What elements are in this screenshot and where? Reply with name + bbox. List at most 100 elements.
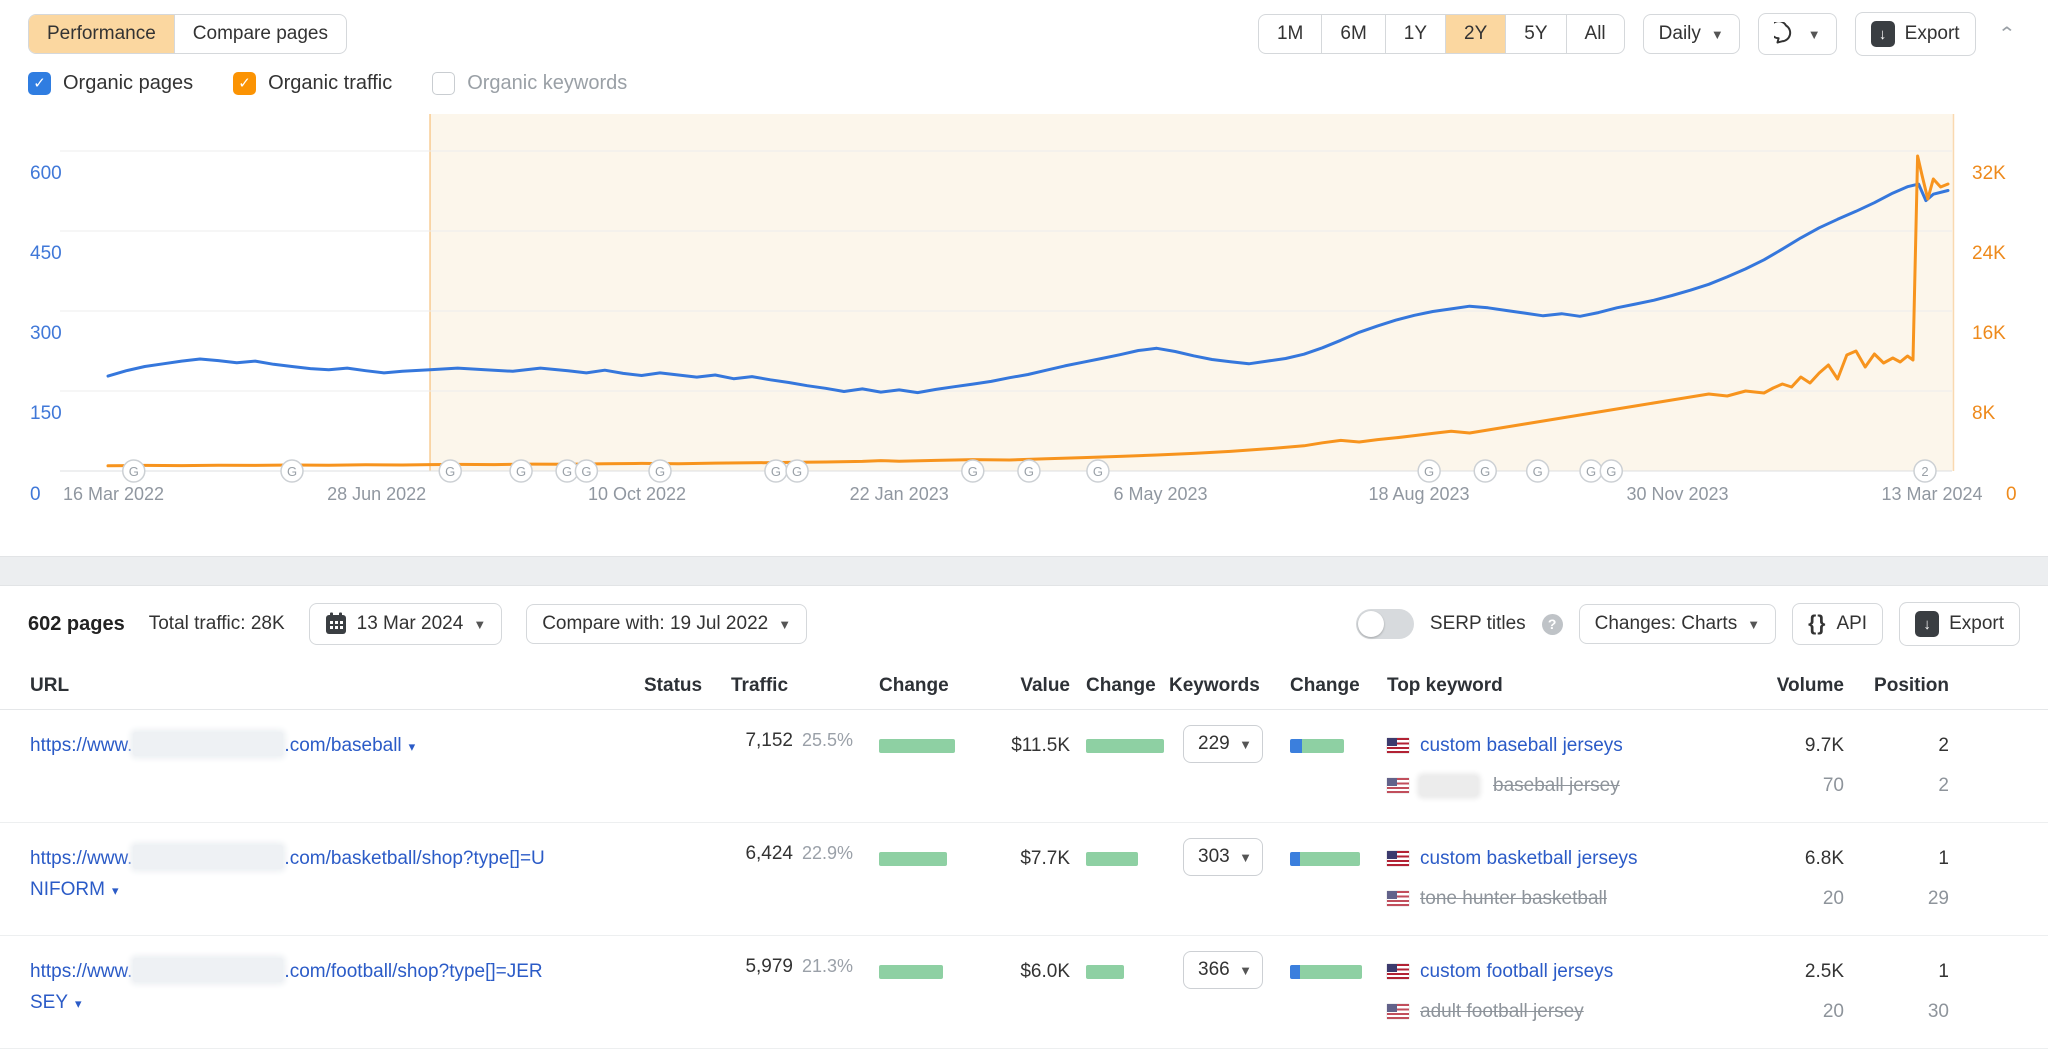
range-all[interactable]: All: [1566, 15, 1624, 53]
api-button[interactable]: {} API: [1792, 603, 1883, 645]
value-amount: $7.7K: [1020, 848, 1070, 869]
checkbox-icon: ✓: [28, 72, 51, 95]
toggle-knob: [1358, 611, 1384, 637]
range-5y[interactable]: 5Y: [1505, 15, 1565, 53]
keyword-volume: 70: [1772, 770, 1844, 801]
keywords-dropdown[interactable]: 303▼: [1183, 838, 1263, 876]
col-top-keyword[interactable]: Top keyword: [1387, 675, 1772, 697]
changes-dropdown[interactable]: Changes: Charts ▼: [1579, 604, 1776, 644]
update-marker-label: G: [1093, 464, 1103, 479]
chevron-down-icon[interactable]: ▾: [112, 883, 119, 898]
top-keyword-line: adult football jersey: [1387, 996, 1772, 1027]
col-traffic-change[interactable]: Change: [879, 675, 1005, 697]
chart-legend: ✓ Organic pages ✓ Organic traffic Organi…: [0, 54, 2048, 100]
compare-with-dropdown[interactable]: Compare with: 19 Jul 2022 ▼: [526, 604, 807, 644]
checkbox-organic-keywords[interactable]: Organic keywords: [432, 72, 627, 95]
total-traffic: Total traffic: 28K: [149, 613, 285, 635]
granularity-label: Daily: [1659, 23, 1701, 45]
traffic-value: 7,152: [731, 730, 793, 752]
update-marker-label: G: [1533, 464, 1543, 479]
top-keyword-link[interactable]: custom football jerseys: [1420, 961, 1613, 983]
date-picker-dropdown[interactable]: 13 Mar 2024 ▼: [309, 603, 503, 645]
traffic-percent: 22.9%: [802, 843, 853, 863]
url-prefix: https://www.: [30, 735, 132, 756]
chart-export-button[interactable]: ↓ Export: [1855, 12, 1976, 56]
right-axis-tick: 24K: [1972, 243, 2006, 264]
col-keywords[interactable]: Keywords: [1169, 675, 1290, 697]
granularity-dropdown[interactable]: Daily ▼: [1643, 14, 1740, 54]
x-axis-tick: 13 Mar 2024: [1881, 484, 1982, 504]
range-1m[interactable]: 1M: [1259, 15, 1321, 53]
changes-value: Changes: Charts: [1595, 613, 1738, 635]
export-label: Export: [1949, 613, 2004, 635]
table-header: URL Status Traffic Change Value Change K…: [0, 662, 2048, 710]
top-keyword-line: custom basketball jerseys: [1387, 843, 1772, 874]
collapse-chevron-up-icon[interactable]: ⌃: [1994, 24, 2020, 45]
export-file-icon: ↓: [1871, 21, 1895, 47]
redacted-domain: [133, 732, 283, 756]
page-url-link[interactable]: https://www..com/basketball/shop?type[]=…: [30, 843, 620, 906]
range-6m[interactable]: 6M: [1321, 15, 1384, 53]
help-icon[interactable]: ?: [1542, 614, 1563, 635]
col-traffic[interactable]: Traffic: [731, 675, 879, 697]
update-marker-label: G: [562, 464, 572, 479]
api-label: API: [1836, 613, 1867, 635]
checkbox-organic-traffic[interactable]: ✓ Organic traffic: [233, 72, 392, 95]
value-change-bar: [1086, 739, 1164, 753]
chevron-down-icon[interactable]: ▾: [409, 739, 416, 754]
range-1y[interactable]: 1Y: [1385, 15, 1445, 53]
col-status[interactable]: Status: [644, 675, 731, 697]
col-value[interactable]: Value: [1005, 675, 1070, 697]
value-change-bar: [1086, 965, 1124, 979]
value-amount: $11.5K: [1011, 735, 1070, 756]
redacted-keyword: [1420, 776, 1478, 796]
left-axis-tick: 150: [30, 403, 62, 424]
keywords-dropdown[interactable]: 366▼: [1183, 951, 1263, 989]
checkbox-icon: [432, 72, 455, 95]
tab-compare-pages[interactable]: Compare pages: [174, 15, 346, 53]
chevron-down-icon[interactable]: ▾: [75, 996, 82, 1011]
col-position[interactable]: Position: [1844, 675, 1949, 697]
export-file-icon: ↓: [1915, 611, 1939, 637]
previous-keyword: tone hunter basketball: [1420, 888, 1607, 910]
col-value-change[interactable]: Change: [1070, 675, 1169, 697]
url-path-wrap: SEY: [30, 992, 68, 1013]
top-keyword-line: baseball jersey: [1387, 770, 1772, 801]
x-axis-tick: 18 Aug 2023: [1368, 484, 1469, 504]
keywords-count: 229: [1198, 733, 1230, 755]
serp-titles-toggle[interactable]: [1356, 609, 1414, 639]
performance-chart[interactable]: 60045030015032K24K16K8K0016 Mar 202228 J…: [0, 104, 2048, 516]
chevron-down-icon: ▼: [1747, 617, 1760, 632]
page-url-link[interactable]: https://www..com/football/shop?type[]=JE…: [30, 956, 620, 1019]
date-range-group: 1M 6M 1Y 2Y 5Y All: [1258, 14, 1625, 54]
keyword-volume: 20: [1772, 996, 1844, 1027]
x-axis-tick: 22 Jan 2023: [850, 484, 949, 504]
keywords-dropdown[interactable]: 229▼: [1183, 725, 1263, 763]
left-axis-tick: 450: [30, 243, 62, 264]
table-export-button[interactable]: ↓ Export: [1899, 602, 2020, 646]
tab-performance[interactable]: Performance: [29, 15, 174, 53]
update-marker-label: G: [445, 464, 455, 479]
top-keyword-link[interactable]: custom baseball jerseys: [1420, 735, 1623, 757]
keyword-volume: 9.7K: [1772, 730, 1844, 761]
range-2y[interactable]: 2Y: [1445, 15, 1505, 53]
top-toolbar: Performance Compare pages 1M 6M 1Y 2Y 5Y…: [0, 0, 2048, 54]
col-url[interactable]: URL: [30, 675, 644, 697]
notes-dropdown[interactable]: ▼: [1758, 13, 1837, 55]
page-url-link[interactable]: https://www..com/baseball▾: [30, 730, 620, 762]
bar-segment-lost: [1290, 739, 1302, 753]
compare-with-value: Compare with: 19 Jul 2022: [542, 613, 768, 635]
left-axis-zero: 0: [30, 484, 41, 505]
x-axis-tick: 6 May 2023: [1113, 484, 1207, 504]
top-keyword-line: custom football jerseys: [1387, 956, 1772, 987]
table-body: https://www..com/baseball▾7,15225.5%$11.…: [0, 710, 2048, 1050]
keyword-volume: 6.8K: [1772, 843, 1844, 874]
top-keyword-link[interactable]: custom basketball jerseys: [1420, 848, 1638, 870]
col-keywords-change[interactable]: Change: [1290, 675, 1387, 697]
checkbox-label: Organic pages: [63, 72, 193, 95]
bar-segment-lost: [1290, 852, 1300, 866]
bar-segment-gained: [1300, 852, 1360, 866]
col-volume[interactable]: Volume: [1772, 675, 1844, 697]
checkbox-organic-pages[interactable]: ✓ Organic pages: [28, 72, 193, 95]
traffic-change-bar: [879, 739, 955, 753]
